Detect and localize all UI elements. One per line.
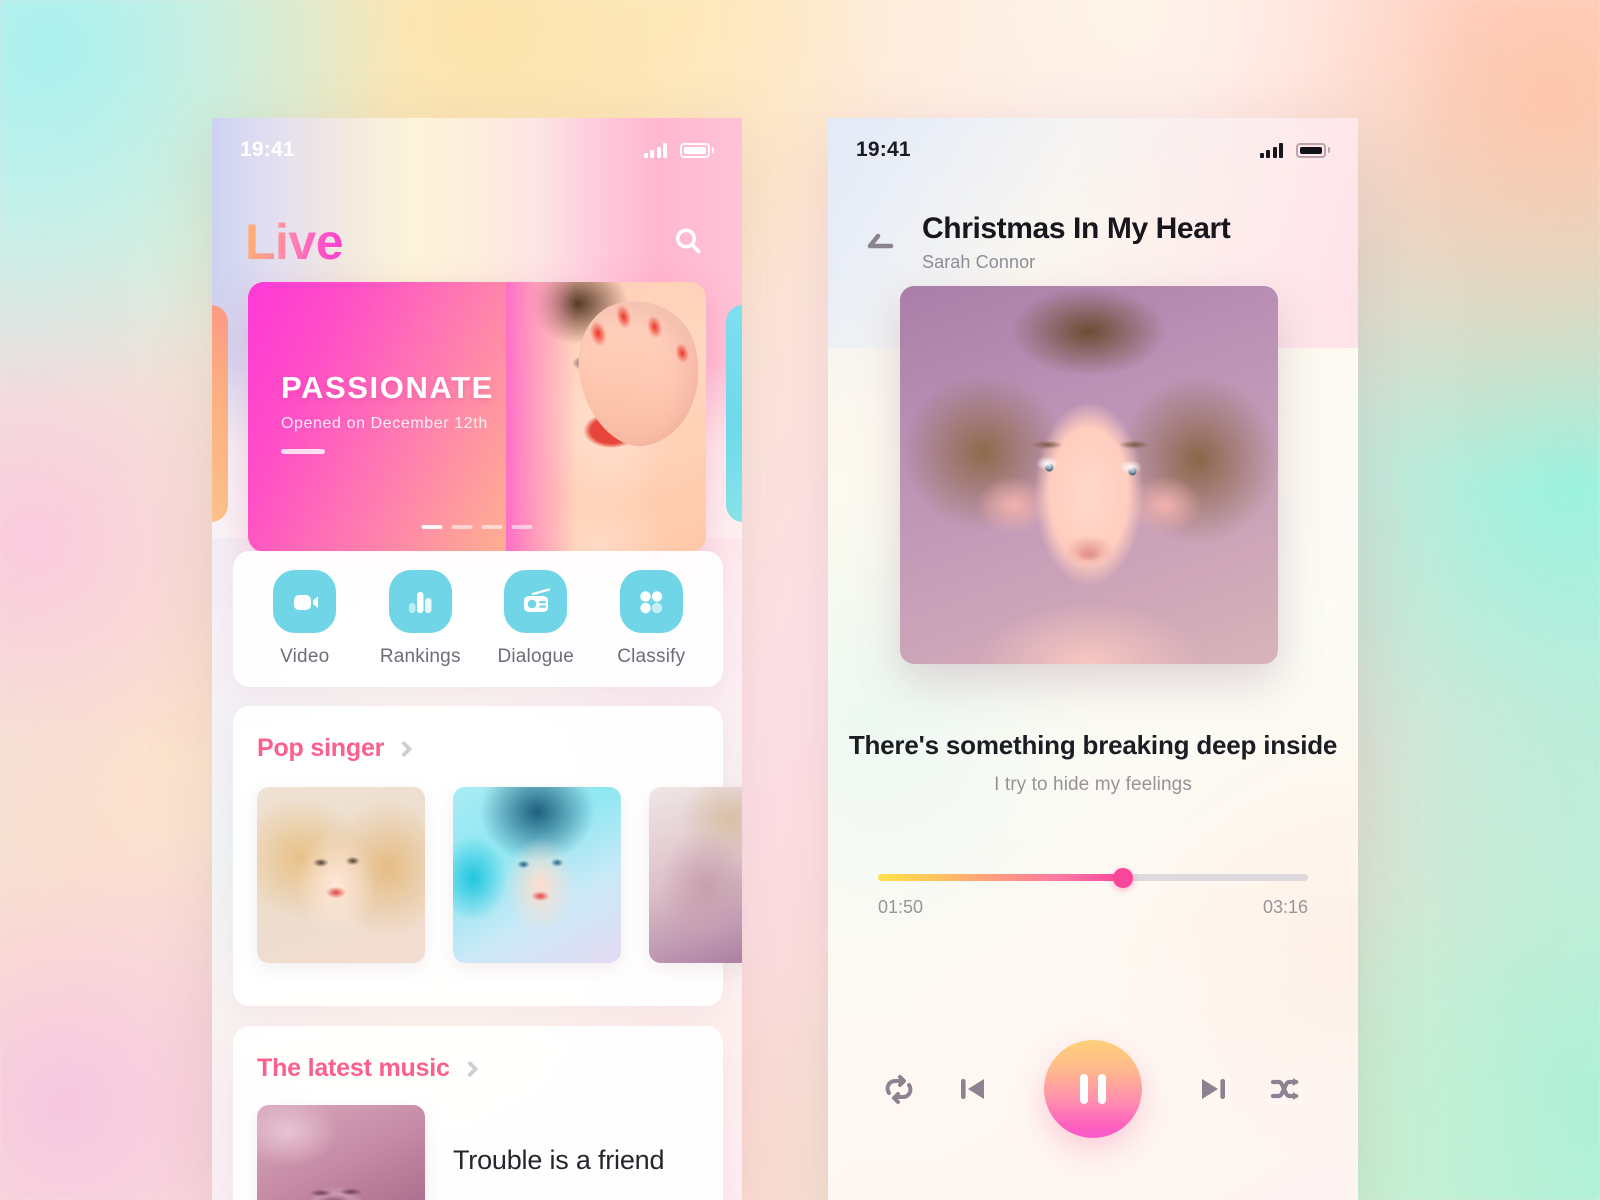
quick-action-label: Classify	[617, 646, 686, 667]
list-item[interactable]: Trouble is a friend	[233, 1083, 723, 1200]
status-bar-player: 19:41	[828, 118, 1358, 182]
chevron-right-icon[interactable]	[461, 1060, 479, 1077]
banner-carousel[interactable]: PASSIONATE Opened on December 12th	[212, 282, 742, 562]
pause-icon-bar-left	[1080, 1074, 1088, 1104]
live-header: Live	[212, 182, 742, 302]
chevron-right-icon[interactable]	[395, 740, 413, 757]
shuffle-icon	[1270, 1078, 1299, 1100]
section-title: Pop singer	[257, 734, 385, 762]
song-artist: Sarah Connor	[922, 251, 1036, 272]
banner-subtitle: Opened on December 12th	[281, 415, 488, 432]
latest-music-card: The latest music Trouble is a friend	[233, 1026, 723, 1200]
skip-next-icon	[1202, 1079, 1225, 1099]
banner-text-block: PASSIONATE Opened on December 12th	[281, 370, 494, 454]
progress-fill	[878, 874, 1124, 881]
carousel-peek-right[interactable]	[726, 305, 742, 522]
next-button[interactable]	[1176, 1073, 1250, 1105]
grid-dots-icon-wrap	[619, 570, 683, 633]
quick-action-label: Dialogue	[497, 646, 575, 667]
back-button[interactable]	[854, 217, 900, 263]
back-arrow-icon	[867, 233, 894, 249]
grid-dots-icon	[640, 590, 663, 613]
singer-thumbnail[interactable]	[453, 787, 621, 963]
radio-icon-wrap	[504, 570, 568, 633]
carousel-dot-2[interactable]	[451, 525, 473, 529]
progress-section: 01:50 03:16	[878, 867, 1308, 918]
search-button[interactable]	[666, 219, 712, 265]
lyric-next: I try to hide my feelings	[994, 774, 1192, 795]
battery-icon	[680, 142, 714, 158]
progress-slider[interactable]	[878, 867, 1308, 888]
video-camera-icon	[293, 594, 318, 610]
quick-action-video[interactable]: Video	[247, 570, 363, 668]
signal-bars-icon	[1259, 142, 1283, 158]
banner-title: PASSIONATE	[281, 370, 494, 405]
bar-chart-icon	[409, 591, 432, 613]
video-camera-icon-wrap	[273, 570, 337, 633]
repeat-icon	[885, 1075, 913, 1104]
singer-thumbnail[interactable]	[257, 787, 425, 963]
song-meta: Christmas In My Heart Sarah Connor	[922, 208, 1231, 273]
progress-times: 01:50 03:16	[878, 897, 1308, 918]
status-indicators	[1259, 142, 1330, 158]
status-indicators	[643, 142, 714, 158]
elapsed-time: 01:50	[878, 897, 924, 917]
song-title: Christmas In My Heart	[922, 211, 1231, 245]
banner-card[interactable]: PASSIONATE Opened on December 12th	[248, 282, 706, 552]
quick-action-rankings[interactable]: Rankings	[363, 570, 479, 668]
banner-photo	[506, 282, 706, 552]
album-art[interactable]	[900, 286, 1278, 664]
bar-chart-icon-wrap	[388, 570, 452, 633]
carousel-indicators[interactable]	[421, 525, 533, 529]
quick-action-dialogue[interactable]: Dialogue	[478, 570, 594, 668]
status-bar-live: 19:41	[212, 118, 742, 182]
skip-previous-icon	[961, 1079, 984, 1099]
pop-singer-thumbnail-strip[interactable]	[233, 763, 742, 963]
shuffle-button[interactable]	[1250, 1073, 1324, 1105]
track-thumbnail	[257, 1105, 425, 1200]
status-time: 19:41	[240, 138, 295, 161]
carousel-dot-4[interactable]	[511, 525, 533, 529]
page-title: Live	[245, 214, 344, 270]
play-pause-button[interactable]	[1044, 1040, 1142, 1138]
pop-singer-card: Pop singer	[233, 706, 742, 1006]
carousel-dot-3[interactable]	[481, 525, 503, 529]
quick-action-label: Video	[280, 646, 330, 667]
banner-accent-rule	[281, 449, 325, 454]
status-time: 19:41	[856, 138, 911, 161]
radio-icon	[523, 587, 550, 612]
singer-thumbnail[interactable]	[649, 787, 742, 963]
carousel-peek-left[interactable]	[212, 305, 228, 522]
quick-action-classify[interactable]: Classify	[594, 570, 710, 668]
carousel-dot-1[interactable]	[421, 525, 443, 529]
player-header: Christmas In My Heart Sarah Connor	[828, 182, 1358, 298]
pop-singer-header[interactable]: Pop singer	[233, 734, 723, 763]
search-icon	[676, 228, 701, 254]
player-screen: 19:41 Christmas In My Heart Sarah Connor…	[828, 118, 1358, 1200]
quick-action-label: Rankings	[379, 646, 461, 667]
quick-actions-card: Video Rankings Dialogue Classify	[233, 551, 723, 687]
track-title: Trouble is a friend	[453, 1144, 665, 1175]
lyric-current: There's something breaking deep inside	[848, 730, 1338, 760]
progress-thumb[interactable]	[1113, 867, 1134, 888]
latest-music-header[interactable]: The latest music	[233, 1054, 723, 1083]
pause-icon-bar-right	[1098, 1074, 1106, 1104]
live-screen: 19:41 Live PASSIONATE Opened on December…	[212, 118, 742, 1200]
total-time: 03:16	[1262, 897, 1308, 917]
repeat-button[interactable]	[862, 1072, 936, 1106]
battery-icon	[1296, 142, 1330, 158]
signal-bars-icon	[643, 142, 667, 158]
section-title: The latest music	[257, 1054, 450, 1082]
previous-button[interactable]	[936, 1073, 1010, 1105]
player-controls	[828, 1024, 1358, 1154]
